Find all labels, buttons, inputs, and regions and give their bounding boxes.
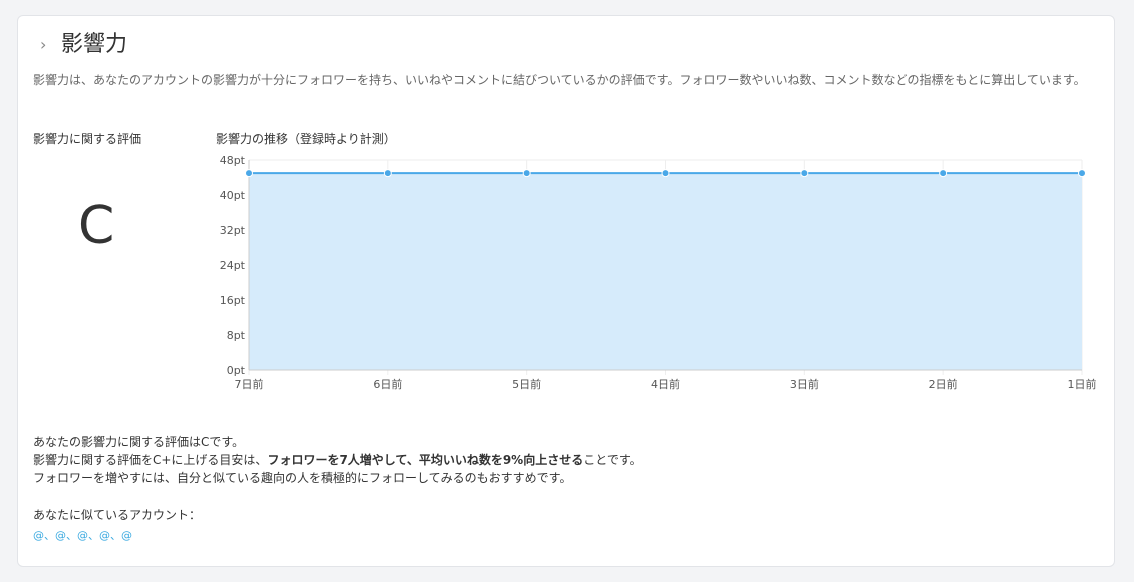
y-tick-label: 0pt [227, 364, 246, 377]
separator: 、 [44, 529, 55, 542]
grade-value: C [78, 196, 115, 256]
summary-line-3: フォロワーを増やすには、自分と似ている趣向の人を積極的にフォローしてみるのもおす… [33, 471, 572, 485]
section-title: 影響力 [61, 32, 128, 57]
data-point [522, 169, 531, 178]
x-tick-label: 3日前 [790, 377, 819, 391]
series-area [249, 173, 1082, 370]
similar-account-link[interactable]: @ [55, 529, 66, 542]
x-tick-label: 1日前 [1068, 377, 1097, 391]
y-tick-label: 8pt [227, 329, 246, 342]
y-tick-label: 24pt [220, 259, 246, 272]
summary-line-2-suffix: ことです。 [583, 453, 642, 467]
y-tick-label: 48pt [220, 154, 246, 167]
data-point [800, 169, 809, 178]
summary-line-2-prefix: 影響力に関する評価をC+に上げる目安は、 [33, 453, 268, 467]
similar-account-link[interactable]: @ [121, 529, 132, 542]
x-tick-label: 4日前 [651, 377, 680, 391]
separator: 、 [88, 529, 99, 542]
summary-line-2-bold: フォロワーを7人増やして、平均いいね数を9%向上させる [267, 453, 584, 467]
chevron-right-icon[interactable]: › [40, 35, 46, 55]
x-tick-label: 2日前 [929, 377, 958, 391]
separator: 、 [66, 529, 77, 542]
data-point [383, 169, 392, 178]
similar-account-link[interactable]: @ [99, 529, 110, 542]
y-tick-label: 32pt [220, 224, 246, 237]
chart-svg: 0pt 8pt 16pt 24pt 32pt 40pt 48pt 7日前 6日前 5日前 4日前 3日… [220, 154, 1097, 391]
data-point [661, 169, 670, 178]
influence-chart: 0pt 8pt 16pt 24pt 32pt 40pt 48pt 7日前 6日前 5日前 4日前 3日… [216, 150, 1111, 416]
influence-card: › 影響力 影響力は、あなたのアカウントの影響力が十分にフォロワーを持ち、いいね… [17, 15, 1115, 567]
grade-label: 影響力に関する評価 [33, 132, 142, 146]
summary-text: あなたの影響力に関する評価はCです。 影響力に関する評価をC+に上げる目安は、フ… [33, 433, 1093, 487]
y-tick-label: 16pt [220, 294, 246, 307]
data-point [1078, 169, 1086, 178]
similar-account-link[interactable]: @ [77, 529, 88, 542]
x-tick-label: 6日前 [373, 377, 402, 391]
card-header[interactable]: › 影響力 [18, 16, 1114, 76]
data-point [245, 169, 253, 178]
section-description: 影響力は、あなたのアカウントの影響力が十分にフォロワーを持ち、いいねやコメントに… [33, 73, 1086, 87]
separator: 、 [110, 529, 121, 542]
similar-accounts-list: @、@、@、@、@ [33, 527, 132, 543]
similar-account-link[interactable]: @ [33, 529, 44, 542]
x-tick-label: 7日前 [235, 377, 264, 391]
similar-accounts-label: あなたに似ているアカウント： [33, 508, 202, 522]
summary-line-1: あなたの影響力に関する評価はCです。 [33, 435, 245, 449]
chart-title: 影響力の推移（登録時より計測） [216, 132, 396, 146]
x-tick-label: 5日前 [512, 377, 541, 391]
data-point [939, 169, 948, 178]
summary-line-2: 影響力に関する評価をC+に上げる目安は、フォロワーを7人増やして、平均いいね数を… [33, 451, 1093, 469]
y-tick-label: 40pt [220, 189, 246, 202]
